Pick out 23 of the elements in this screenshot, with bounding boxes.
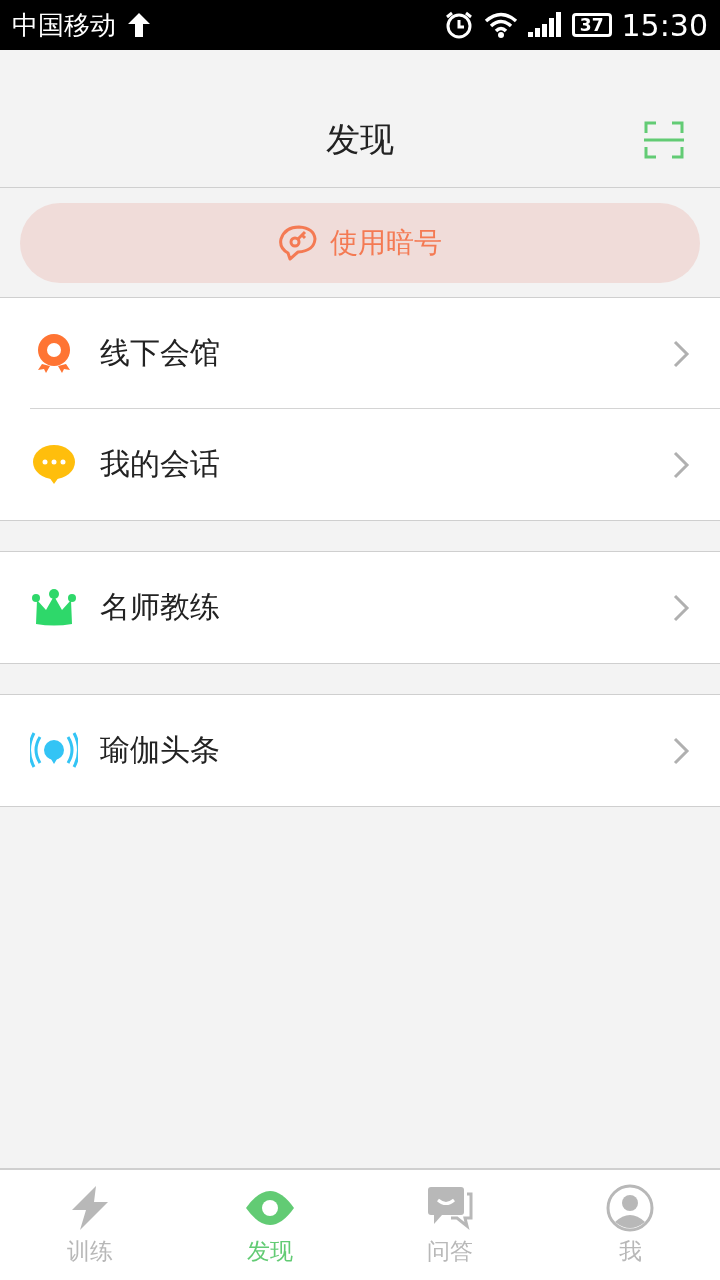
clock-time: 15:30 bbox=[621, 7, 708, 43]
profile-icon bbox=[606, 1183, 654, 1232]
scan-icon[interactable] bbox=[644, 121, 684, 159]
menu-item[interactable]: 瑜伽头条 bbox=[0, 695, 720, 806]
menu-item[interactable]: 线下会馆 bbox=[0, 298, 720, 409]
upload-arrow-icon bbox=[126, 11, 152, 39]
menu-item[interactable]: 我的会话 bbox=[0, 409, 720, 520]
use-code-button[interactable]: 使用暗号 bbox=[20, 202, 700, 283]
wifi-icon bbox=[483, 11, 518, 39]
tab[interactable]: 问答 bbox=[360, 1170, 540, 1280]
chevron-right-icon bbox=[672, 449, 690, 480]
tab[interactable]: 我 bbox=[540, 1170, 720, 1280]
chevron-right-icon bbox=[672, 592, 690, 623]
carrier-name: 中国移动 bbox=[12, 8, 116, 42]
menu-item[interactable]: 名师教练 bbox=[0, 552, 720, 663]
tab[interactable]: 发现 bbox=[180, 1170, 360, 1280]
alarm-icon bbox=[443, 10, 474, 40]
page-title: 发现 bbox=[326, 118, 394, 161]
chevron-right-icon bbox=[672, 338, 690, 369]
chevron-right-icon bbox=[672, 735, 690, 766]
battery-icon: 37 bbox=[571, 13, 612, 37]
signal-icon bbox=[527, 12, 562, 38]
tab[interactable]: 训练 bbox=[0, 1170, 180, 1280]
